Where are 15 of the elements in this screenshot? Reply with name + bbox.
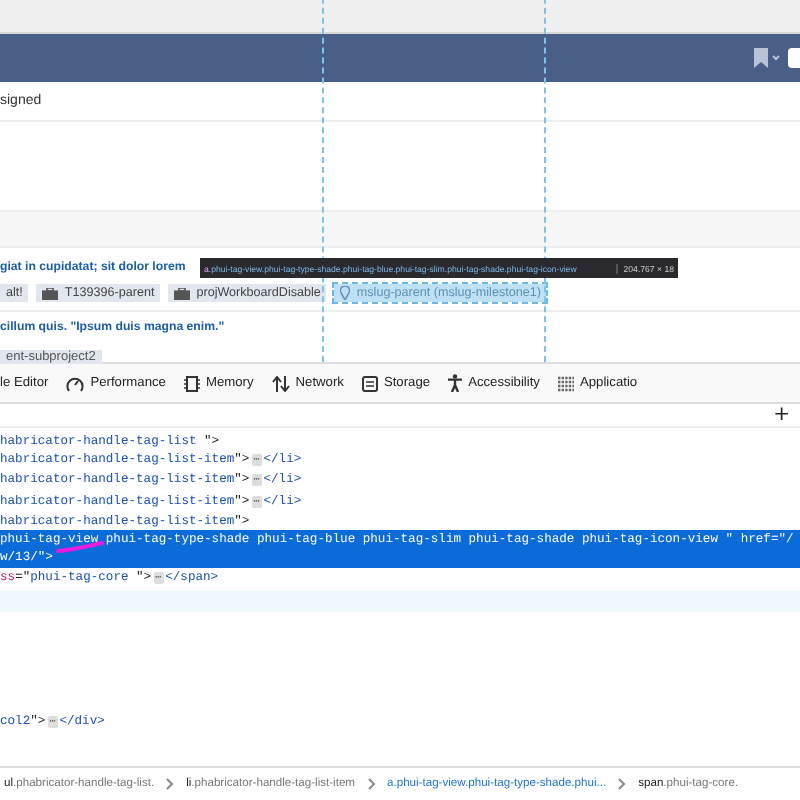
header-button[interactable] [788, 48, 800, 68]
chip-icon [183, 375, 200, 391]
person-icon [448, 374, 463, 392]
gauge-icon [66, 375, 85, 391]
briefcase-icon [42, 287, 59, 299]
briefcase-icon [174, 287, 191, 299]
chevron-right-icon [618, 778, 627, 790]
bookmark-icon[interactable] [754, 48, 780, 68]
chevron-right-icon [367, 778, 376, 790]
storage-icon [361, 375, 378, 391]
up-down-arrows-icon [271, 375, 290, 391]
chevron-right-icon [166, 778, 175, 790]
grid-icon [557, 375, 574, 391]
add-button[interactable]: + [763, 405, 800, 425]
map-pin-icon [340, 286, 351, 300]
